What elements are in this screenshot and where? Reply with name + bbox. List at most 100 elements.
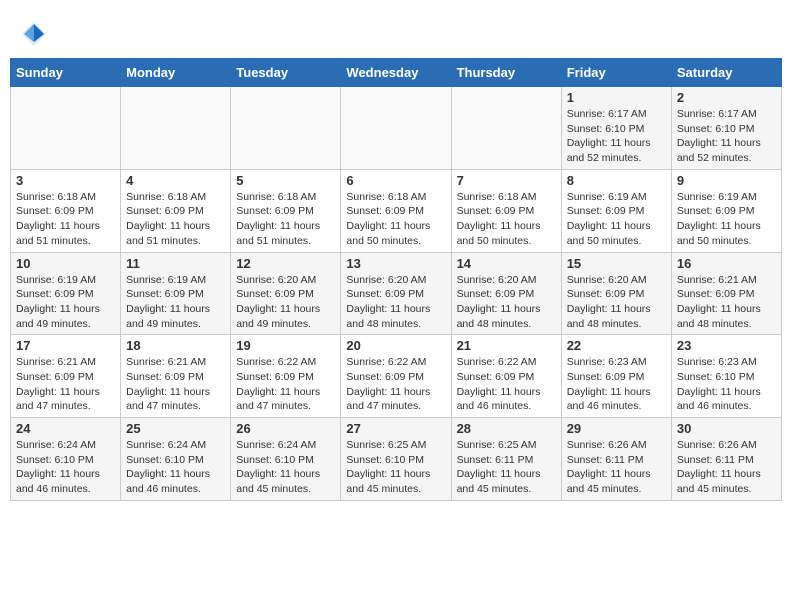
day-number: 8 bbox=[567, 173, 666, 188]
day-info: Sunrise: 6:17 AMSunset: 6:10 PMDaylight:… bbox=[677, 107, 776, 166]
header-thursday: Thursday bbox=[451, 59, 561, 87]
header-sunday: Sunday bbox=[11, 59, 121, 87]
calendar-header-row: SundayMondayTuesdayWednesdayThursdayFrid… bbox=[11, 59, 782, 87]
day-number: 10 bbox=[16, 256, 115, 271]
day-number: 18 bbox=[126, 338, 225, 353]
day-number: 12 bbox=[236, 256, 335, 271]
header-wednesday: Wednesday bbox=[341, 59, 451, 87]
calendar-week-row: 1 Sunrise: 6:17 AMSunset: 6:10 PMDaylight… bbox=[11, 87, 782, 170]
day-number: 26 bbox=[236, 421, 335, 436]
day-number: 14 bbox=[457, 256, 556, 271]
header bbox=[10, 10, 782, 53]
calendar-day-16: 16 Sunrise: 6:21 AMSunset: 6:09 PMDayligh… bbox=[671, 252, 781, 335]
day-info: Sunrise: 6:19 AMSunset: 6:09 PMDaylight:… bbox=[677, 190, 776, 249]
day-info: Sunrise: 6:24 AMSunset: 6:10 PMDaylight:… bbox=[236, 438, 335, 497]
day-info: Sunrise: 6:18 AMSunset: 6:09 PMDaylight:… bbox=[346, 190, 445, 249]
calendar-day-8: 8 Sunrise: 6:19 AMSunset: 6:09 PMDaylight… bbox=[561, 169, 671, 252]
calendar-day-23: 23 Sunrise: 6:23 AMSunset: 6:10 PMDayligh… bbox=[671, 335, 781, 418]
day-info: Sunrise: 6:20 AMSunset: 6:09 PMDaylight:… bbox=[567, 273, 666, 332]
day-info: Sunrise: 6:26 AMSunset: 6:11 PMDaylight:… bbox=[677, 438, 776, 497]
calendar-day-26: 26 Sunrise: 6:24 AMSunset: 6:10 PMDayligh… bbox=[231, 418, 341, 501]
calendar-day-13: 13 Sunrise: 6:20 AMSunset: 6:09 PMDayligh… bbox=[341, 252, 451, 335]
calendar-day-27: 27 Sunrise: 6:25 AMSunset: 6:10 PMDayligh… bbox=[341, 418, 451, 501]
logo-icon bbox=[20, 20, 48, 48]
day-info: Sunrise: 6:23 AMSunset: 6:10 PMDaylight:… bbox=[677, 355, 776, 414]
day-info: Sunrise: 6:18 AMSunset: 6:09 PMDaylight:… bbox=[16, 190, 115, 249]
calendar-day-4: 4 Sunrise: 6:18 AMSunset: 6:09 PMDaylight… bbox=[121, 169, 231, 252]
calendar-day-20: 20 Sunrise: 6:22 AMSunset: 6:09 PMDayligh… bbox=[341, 335, 451, 418]
day-info: Sunrise: 6:20 AMSunset: 6:09 PMDaylight:… bbox=[346, 273, 445, 332]
day-info: Sunrise: 6:20 AMSunset: 6:09 PMDaylight:… bbox=[457, 273, 556, 332]
header-friday: Friday bbox=[561, 59, 671, 87]
calendar-week-row: 17 Sunrise: 6:21 AMSunset: 6:09 PMDayligh… bbox=[11, 335, 782, 418]
calendar-day-15: 15 Sunrise: 6:20 AMSunset: 6:09 PMDayligh… bbox=[561, 252, 671, 335]
day-number: 4 bbox=[126, 173, 225, 188]
calendar-day-5: 5 Sunrise: 6:18 AMSunset: 6:09 PMDaylight… bbox=[231, 169, 341, 252]
day-info: Sunrise: 6:24 AMSunset: 6:10 PMDaylight:… bbox=[126, 438, 225, 497]
calendar-week-row: 10 Sunrise: 6:19 AMSunset: 6:09 PMDayligh… bbox=[11, 252, 782, 335]
day-info: Sunrise: 6:18 AMSunset: 6:09 PMDaylight:… bbox=[457, 190, 556, 249]
day-number: 13 bbox=[346, 256, 445, 271]
calendar-day-22: 22 Sunrise: 6:23 AMSunset: 6:09 PMDayligh… bbox=[561, 335, 671, 418]
calendar-day-3: 3 Sunrise: 6:18 AMSunset: 6:09 PMDaylight… bbox=[11, 169, 121, 252]
calendar-day-14: 14 Sunrise: 6:20 AMSunset: 6:09 PMDayligh… bbox=[451, 252, 561, 335]
day-info: Sunrise: 6:21 AMSunset: 6:09 PMDaylight:… bbox=[16, 355, 115, 414]
calendar-day-9: 9 Sunrise: 6:19 AMSunset: 6:09 PMDaylight… bbox=[671, 169, 781, 252]
calendar-empty-cell bbox=[11, 87, 121, 170]
day-info: Sunrise: 6:22 AMSunset: 6:09 PMDaylight:… bbox=[236, 355, 335, 414]
day-info: Sunrise: 6:22 AMSunset: 6:09 PMDaylight:… bbox=[346, 355, 445, 414]
day-number: 22 bbox=[567, 338, 666, 353]
day-number: 30 bbox=[677, 421, 776, 436]
day-number: 19 bbox=[236, 338, 335, 353]
calendar-empty-cell bbox=[231, 87, 341, 170]
day-number: 20 bbox=[346, 338, 445, 353]
day-number: 17 bbox=[16, 338, 115, 353]
calendar-week-row: 24 Sunrise: 6:24 AMSunset: 6:10 PMDayligh… bbox=[11, 418, 782, 501]
day-number: 25 bbox=[126, 421, 225, 436]
calendar-day-12: 12 Sunrise: 6:20 AMSunset: 6:09 PMDayligh… bbox=[231, 252, 341, 335]
calendar-day-30: 30 Sunrise: 6:26 AMSunset: 6:11 PMDayligh… bbox=[671, 418, 781, 501]
day-info: Sunrise: 6:19 AMSunset: 6:09 PMDaylight:… bbox=[567, 190, 666, 249]
calendar-day-10: 10Sunrise: 6:19 AMSunset: 6:09 PMDayligh… bbox=[11, 252, 121, 335]
day-info: Sunrise: 6:18 AMSunset: 6:09 PMDaylight:… bbox=[126, 190, 225, 249]
day-number: 21 bbox=[457, 338, 556, 353]
day-number: 1 bbox=[567, 90, 666, 105]
day-number: 16 bbox=[677, 256, 776, 271]
day-info: Sunrise: 6:20 AMSunset: 6:09 PMDaylight:… bbox=[236, 273, 335, 332]
day-info: Sunrise: 6:19 AMSunset: 6:09 PMDaylight:… bbox=[126, 273, 225, 332]
day-info: Sunrise: 6:18 AMSunset: 6:09 PMDaylight:… bbox=[236, 190, 335, 249]
calendar-day-29: 29 Sunrise: 6:26 AMSunset: 6:11 PMDayligh… bbox=[561, 418, 671, 501]
calendar-day-18: 18 Sunrise: 6:21 AMSunset: 6:09 PMDayligh… bbox=[121, 335, 231, 418]
day-number: 7 bbox=[457, 173, 556, 188]
day-info: Sunrise: 6:24 AMSunset: 6:10 PMDaylight:… bbox=[16, 438, 115, 497]
day-number: 29 bbox=[567, 421, 666, 436]
day-number: 5 bbox=[236, 173, 335, 188]
day-info: Sunrise: 6:26 AMSunset: 6:11 PMDaylight:… bbox=[567, 438, 666, 497]
calendar-empty-cell bbox=[451, 87, 561, 170]
day-number: 11 bbox=[126, 256, 225, 271]
day-info: Sunrise: 6:25 AMSunset: 6:11 PMDaylight:… bbox=[457, 438, 556, 497]
day-info: Sunrise: 6:23 AMSunset: 6:09 PMDaylight:… bbox=[567, 355, 666, 414]
day-number: 27 bbox=[346, 421, 445, 436]
day-info: Sunrise: 6:17 AMSunset: 6:10 PMDaylight:… bbox=[567, 107, 666, 166]
day-info: Sunrise: 6:21 AMSunset: 6:09 PMDaylight:… bbox=[677, 273, 776, 332]
header-saturday: Saturday bbox=[671, 59, 781, 87]
day-info: Sunrise: 6:22 AMSunset: 6:09 PMDaylight:… bbox=[457, 355, 556, 414]
day-number: 3 bbox=[16, 173, 115, 188]
calendar-day-19: 19 Sunrise: 6:22 AMSunset: 6:09 PMDayligh… bbox=[231, 335, 341, 418]
calendar-table: SundayMondayTuesdayWednesdayThursdayFrid… bbox=[10, 58, 782, 501]
calendar-week-row: 3 Sunrise: 6:18 AMSunset: 6:09 PMDaylight… bbox=[11, 169, 782, 252]
day-number: 15 bbox=[567, 256, 666, 271]
day-number: 23 bbox=[677, 338, 776, 353]
day-number: 9 bbox=[677, 173, 776, 188]
day-info: Sunrise: 6:25 AMSunset: 6:10 PMDaylight:… bbox=[346, 438, 445, 497]
calendar-day-2: 2Sunrise: 6:17 AMSunset: 6:10 PMDaylight… bbox=[671, 87, 781, 170]
day-info: Sunrise: 6:21 AMSunset: 6:09 PMDaylight:… bbox=[126, 355, 225, 414]
day-number: 6 bbox=[346, 173, 445, 188]
calendar-day-6: 6 Sunrise: 6:18 AMSunset: 6:09 PMDaylight… bbox=[341, 169, 451, 252]
calendar-empty-cell bbox=[121, 87, 231, 170]
calendar-day-25: 25 Sunrise: 6:24 AMSunset: 6:10 PMDayligh… bbox=[121, 418, 231, 501]
day-number: 24 bbox=[16, 421, 115, 436]
header-tuesday: Tuesday bbox=[231, 59, 341, 87]
calendar-empty-cell bbox=[341, 87, 451, 170]
